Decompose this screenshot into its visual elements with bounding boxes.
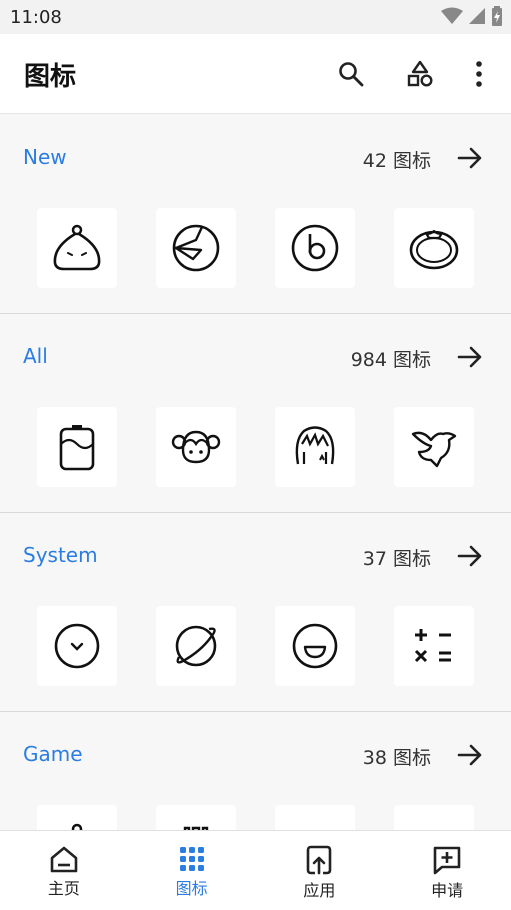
search-icon (339, 62, 364, 87)
section-title[interactable]: System (23, 543, 98, 567)
search-button[interactable] (333, 56, 369, 92)
status-bar: 11:08 (0, 0, 511, 34)
icon-tile[interactable] (275, 208, 355, 288)
arrow-right-icon (457, 744, 482, 766)
game-icon-3 (290, 820, 340, 830)
arrow-right-icon (457, 545, 482, 567)
calculator-icon (414, 629, 451, 663)
icon-tile[interactable] (37, 606, 117, 686)
more-vert-icon (476, 61, 482, 87)
nav-item-icons[interactable]: 图标 (128, 831, 256, 910)
section-title[interactable]: New (23, 145, 67, 169)
section-all: All 984 图标 (0, 314, 511, 513)
smile-icon (292, 623, 338, 669)
dove-icon (411, 431, 457, 468)
apply-icon (307, 845, 332, 875)
game-icon-2 (183, 826, 209, 830)
icon-tile[interactable] (37, 805, 117, 830)
nav-item-home[interactable]: 主页 (0, 831, 128, 910)
status-time: 11:08 (10, 7, 62, 28)
battery-wave-icon (59, 425, 95, 471)
game-icon-1 (71, 823, 83, 830)
request-icon (433, 846, 461, 875)
shapes-button[interactable] (402, 56, 438, 92)
section-title[interactable]: Game (23, 742, 83, 766)
planet-icon (175, 625, 217, 667)
twin-tail-girl-icon (171, 430, 221, 464)
icon-tile[interactable] (275, 407, 355, 487)
page-title: 图标 (24, 62, 77, 92)
icon-tile[interactable] (275, 606, 355, 686)
nav-label: 申请 (431, 881, 464, 900)
nav-item-request[interactable]: 申请 (383, 831, 511, 910)
icon-tile[interactable] (156, 805, 236, 830)
signal-icon (469, 8, 485, 24)
icon-tile[interactable] (394, 407, 474, 487)
beats-icon (291, 224, 339, 272)
icon-tile[interactable] (37, 208, 117, 288)
icon-tile[interactable] (37, 407, 117, 487)
app-bar: 图标 (0, 34, 511, 114)
tomato-icon (409, 229, 459, 270)
messy-hair-girl-icon (295, 426, 335, 465)
section-arrow-button[interactable] (455, 541, 485, 571)
section-arrow-button[interactable] (455, 143, 485, 173)
clock-icon (54, 623, 100, 669)
section-new: New 42 图标 (0, 115, 511, 314)
icon-sections: New 42 图标 All 984 图标 System 37 图标 Game 3… (0, 115, 511, 830)
section-title[interactable]: All (23, 344, 48, 368)
section-arrow-button[interactable] (455, 740, 485, 770)
drop-face-icon (53, 224, 101, 271)
icon-tile[interactable] (156, 208, 236, 288)
grid-icon (179, 847, 204, 871)
shapes-icon (407, 60, 433, 87)
more-button[interactable] (461, 56, 497, 92)
nav-label: 主页 (47, 879, 80, 898)
icon-tile[interactable] (275, 805, 355, 830)
wifi-icon (441, 7, 463, 24)
arrow-right-icon (457, 346, 482, 368)
section-count: 984 图标 (350, 349, 431, 371)
nav-label: 图标 (175, 879, 208, 898)
status-icons (441, 6, 503, 26)
section-game: Game 38 图标 (0, 712, 511, 830)
game-icon-4 (409, 820, 459, 830)
home-icon (50, 846, 78, 873)
icon-tile[interactable] (394, 606, 474, 686)
section-count: 37 图标 (362, 548, 431, 570)
section-arrow-button[interactable] (455, 342, 485, 372)
bottom-nav: 主页 图标 应用 申请 (0, 830, 511, 910)
icon-tile[interactable] (394, 208, 474, 288)
pie-clock-icon (172, 224, 220, 272)
icon-tile[interactable] (156, 407, 236, 487)
section-count: 42 图标 (362, 150, 431, 172)
nav-label: 应用 (303, 881, 336, 900)
section-system: System 37 图标 (0, 513, 511, 712)
icon-tile[interactable] (394, 805, 474, 830)
icon-tile[interactable] (156, 606, 236, 686)
nav-item-apply[interactable]: 应用 (256, 831, 384, 910)
arrow-right-icon (457, 147, 482, 169)
section-count: 38 图标 (362, 747, 431, 769)
battery-icon (492, 6, 502, 26)
